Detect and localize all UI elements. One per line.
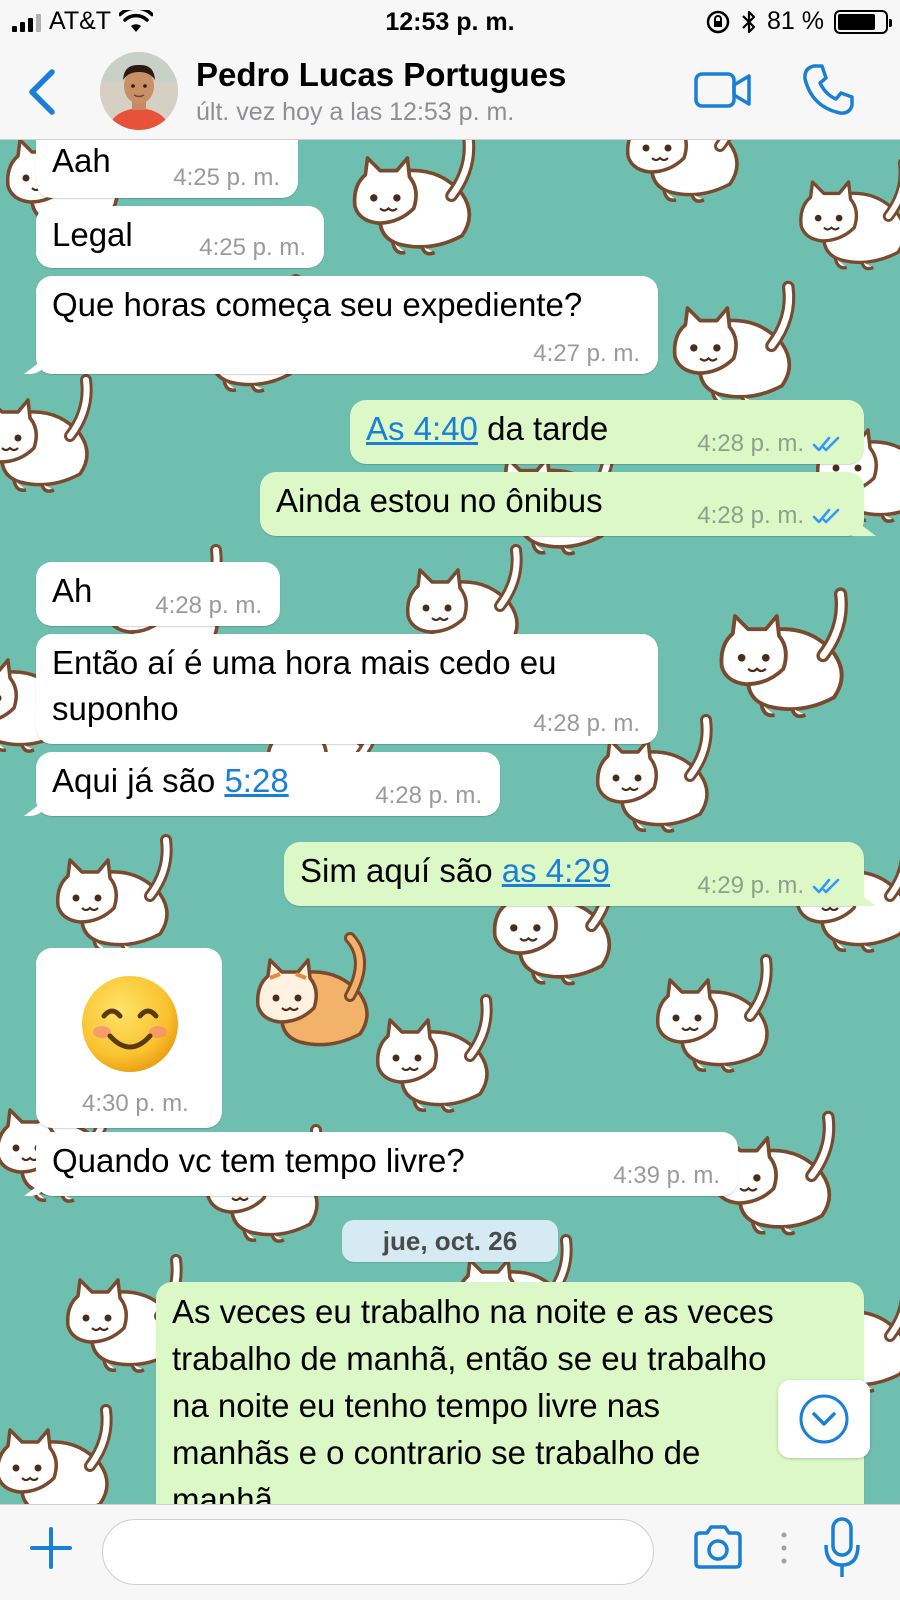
chat-header: Pedro Lucas Portugues últ. vez hoy a las… bbox=[0, 44, 900, 140]
contact-avatar[interactable] bbox=[100, 52, 178, 130]
message-incoming[interactable]: Que horas começa seu expediente? 4:27 p.… bbox=[36, 276, 658, 374]
message-time-label: 4:29 p. m. bbox=[697, 872, 804, 899]
status-right: 81 % bbox=[705, 7, 892, 36]
video-call-icon[interactable] bbox=[694, 68, 752, 112]
chat-area[interactable]: Aah 4:25 p. m. Legal 4:25 p. m. Que hora… bbox=[0, 140, 900, 1504]
message-outgoing[interactable]: As veces eu trabalho na noite e as veces… bbox=[156, 1282, 864, 1504]
message-incoming[interactable]: Aqui já são 5:28 4:28 p. m. bbox=[36, 752, 500, 816]
camera-icon[interactable] bbox=[692, 1523, 744, 1573]
message-incoming[interactable]: Legal 4:25 p. m. bbox=[36, 206, 324, 268]
message-time: 4:28 p. m. bbox=[155, 592, 262, 619]
message-incoming[interactable]: Ah 4:28 p. m. bbox=[36, 562, 280, 626]
chevron-down-icon bbox=[799, 1394, 849, 1444]
message-text: Sim aquí são bbox=[300, 852, 502, 889]
message-outgoing[interactable]: As 4:40 da tarde 4:28 p. m. bbox=[350, 400, 864, 464]
message-outgoing[interactable]: Ainda estou no ônibus 4:28 p. m. bbox=[260, 472, 864, 536]
message-incoming[interactable]: Aah 4:25 p. m. bbox=[36, 140, 298, 198]
message-text: da tarde bbox=[477, 410, 609, 447]
message-text-line: Então aí é uma hora mais cedo eu bbox=[52, 644, 557, 681]
smiling-face-emoji-icon bbox=[82, 976, 178, 1072]
message-text-line: manhã bbox=[172, 1481, 273, 1504]
last-seen-status: últ. vez hoy a las 12:53 p. m. bbox=[196, 98, 515, 126]
rotation-lock-icon bbox=[706, 10, 730, 33]
message-time-label: 4:28 p. m. bbox=[697, 502, 804, 529]
message-text: Que horas começa seu expediente? bbox=[52, 286, 583, 323]
input-bar bbox=[0, 1504, 900, 1600]
status-bar: AT&T 12:53 p. m. 81 % bbox=[0, 0, 900, 44]
message-incoming-emoji[interactable]: 4:30 p. m. bbox=[36, 948, 222, 1128]
battery-icon bbox=[834, 9, 892, 34]
time-link[interactable]: As 4:40 bbox=[366, 410, 478, 447]
message-text-line: As veces eu trabalho na noite e as veces bbox=[172, 1293, 774, 1330]
message-time: 4:28 p. m. bbox=[697, 430, 844, 458]
double-check-icon bbox=[812, 436, 840, 452]
message-time: 4:29 p. m. bbox=[697, 872, 844, 900]
separator-dots-icon bbox=[781, 1532, 787, 1564]
message-text: Legal bbox=[52, 216, 133, 253]
plus-icon[interactable] bbox=[28, 1525, 74, 1571]
time-link[interactable]: 5:28 bbox=[224, 762, 288, 799]
message-text: Aqui já são bbox=[52, 762, 225, 799]
message-text-line: na noite eu tenho tempo livre nas bbox=[172, 1387, 660, 1424]
double-check-icon bbox=[812, 508, 840, 524]
message-text: Ainda estou no ônibus bbox=[276, 482, 603, 519]
scroll-to-bottom-button[interactable] bbox=[778, 1380, 870, 1458]
bluetooth-icon bbox=[742, 10, 756, 33]
time-link[interactable]: as 4:29 bbox=[502, 852, 610, 889]
message-time-label: 4:28 p. m. bbox=[697, 430, 804, 457]
microphone-icon[interactable] bbox=[822, 1515, 862, 1581]
message-time: 4:28 p. m. bbox=[533, 710, 640, 737]
message-text-line: trabalho de manhã, então se eu trabalho bbox=[172, 1340, 767, 1377]
phone-icon[interactable] bbox=[800, 62, 856, 118]
message-text-line: manhãs e o contrario se trabalho de bbox=[172, 1434, 701, 1471]
message-time: 4:30 p. m. bbox=[82, 1090, 189, 1117]
message-input[interactable] bbox=[102, 1519, 654, 1585]
message-time: 4:28 p. m. bbox=[375, 782, 482, 809]
message-time: 4:28 p. m. bbox=[697, 502, 844, 530]
avatar-photo bbox=[100, 52, 178, 130]
message-incoming[interactable]: Então aí é uma hora mais cedo eu suponho… bbox=[36, 634, 658, 744]
message-outgoing[interactable]: Sim aquí são as 4:29 4:29 p. m. bbox=[284, 842, 864, 906]
message-text: Aah bbox=[52, 142, 111, 179]
date-separator: jue, oct. 26 bbox=[342, 1220, 558, 1262]
message-text: Quando vc tem tempo livre? bbox=[52, 1142, 465, 1179]
message-text: Ah bbox=[52, 572, 93, 609]
message-time: 4:25 p. m. bbox=[199, 234, 306, 261]
back-chevron-icon[interactable] bbox=[22, 64, 62, 120]
message-incoming[interactable]: Quando vc tem tempo livre? 4:39 p. m. bbox=[36, 1132, 738, 1196]
battery-percent: 81 % bbox=[767, 7, 824, 35]
message-time: 4:39 p. m. bbox=[613, 1162, 720, 1189]
contact-name[interactable]: Pedro Lucas Portugues bbox=[196, 56, 566, 94]
message-time: 4:25 p. m. bbox=[173, 164, 280, 191]
message-time: 4:27 p. m. bbox=[533, 340, 640, 367]
double-check-icon bbox=[812, 878, 840, 894]
